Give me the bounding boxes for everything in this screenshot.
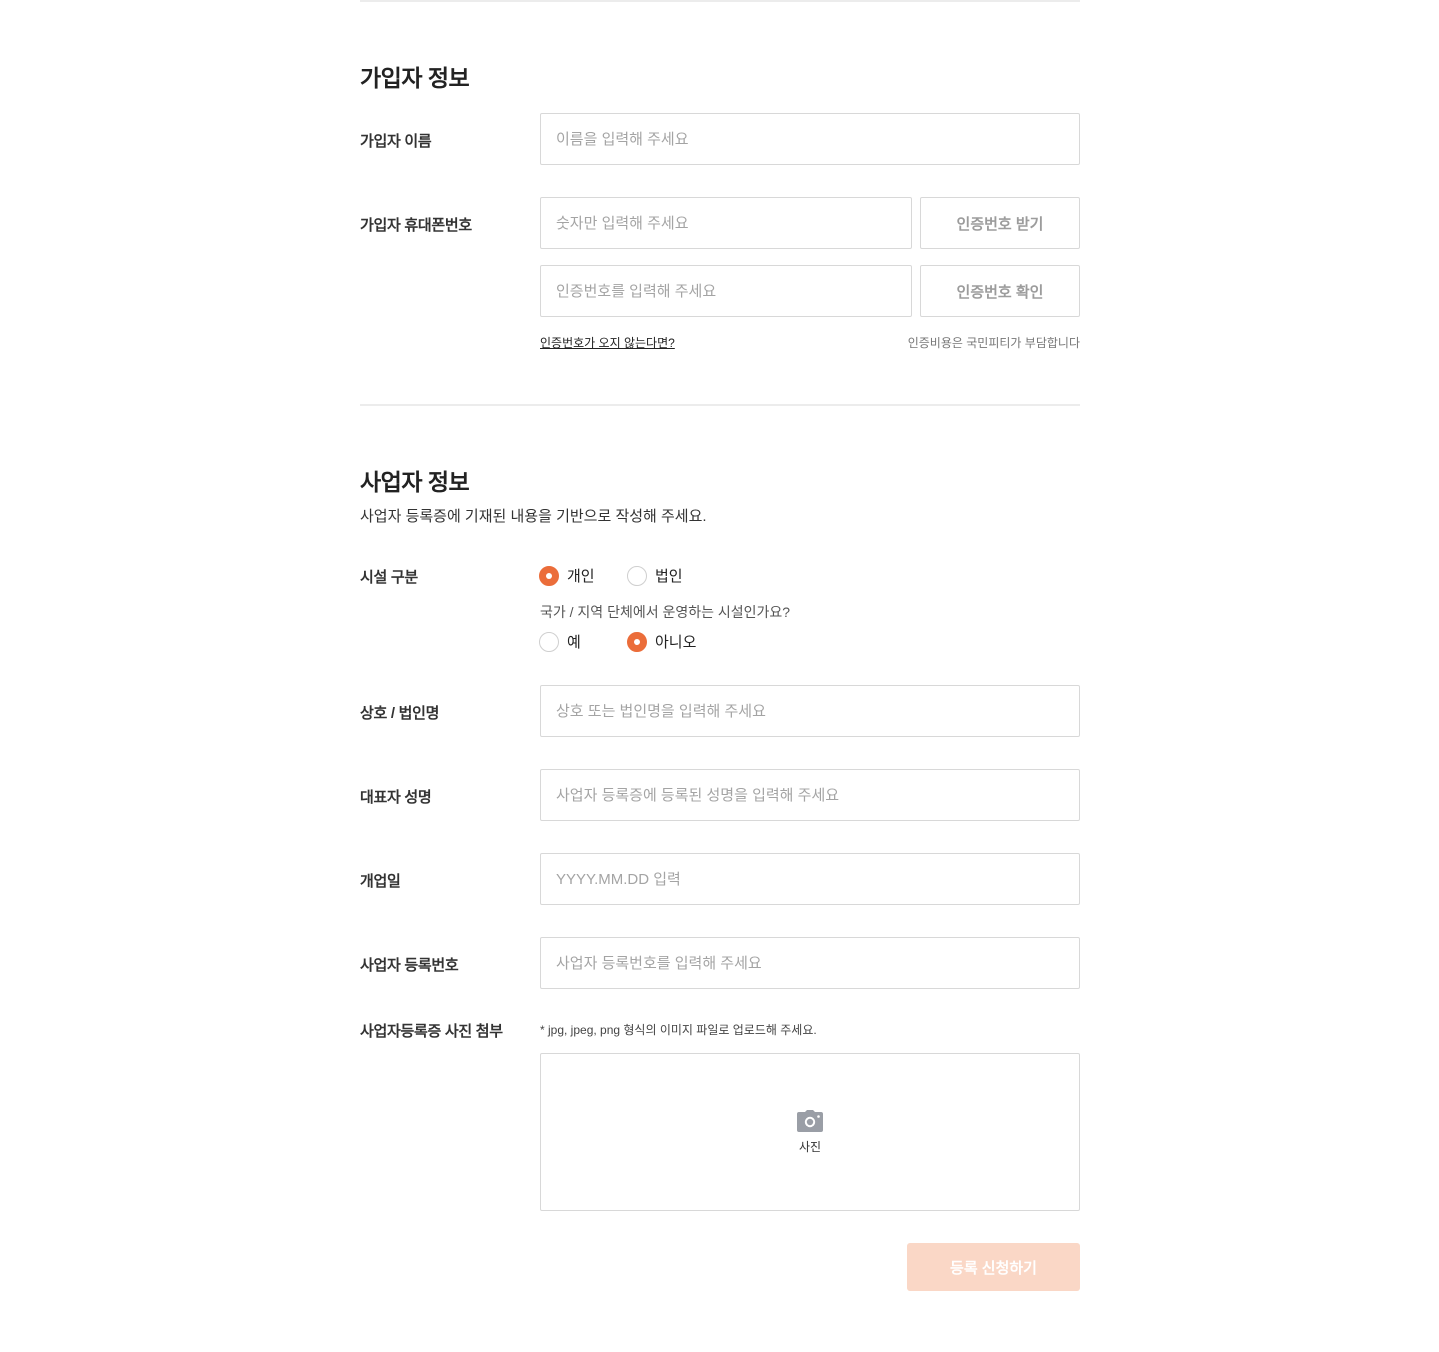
facility-type-radio-group: 개인 법인 [539, 565, 683, 586]
verify-code-button[interactable]: 인증번호 확인 [920, 265, 1080, 317]
member-section-title: 가입자 정보 [360, 65, 470, 91]
business-section-title: 사업자 정보 [360, 469, 470, 495]
verification-code-input[interactable] [540, 265, 912, 317]
signup-form-page: 가입자 정보 가입자 이름 가입자 휴대폰번호 인증번호 받기 인증번호 확인 … [0, 0, 1439, 1352]
photo-upload-area[interactable]: 사진 [540, 1053, 1080, 1211]
phone-input[interactable] [540, 197, 912, 249]
photo-upload-content: 사진 [541, 1110, 1079, 1155]
section-divider [360, 404, 1080, 406]
member-phone-label: 가입자 휴대폰번호 [360, 217, 472, 234]
public-option-yes[interactable]: 예 [539, 631, 627, 652]
registration-number-label: 사업자 등록번호 [360, 957, 459, 974]
no-code-help-link[interactable]: 인증번호가 오지 않는다면? [540, 334, 675, 351]
radio-label: 개인 [567, 568, 595, 585]
submit-registration-button[interactable]: 등록 신청하기 [907, 1243, 1080, 1291]
registration-number-input[interactable] [540, 937, 1080, 989]
business-section-description: 사업자 등록증에 기재된 내용을 기반으로 작성해 주세요. [360, 508, 707, 525]
verification-cost-note: 인증비용은 국민피티가 부담합니다 [907, 336, 1080, 350]
facility-option-individual[interactable]: 개인 [539, 565, 627, 586]
camera-icon [797, 1110, 823, 1132]
photo-format-hint: * jpg, jpeg, png 형식의 이미지 파일로 업로드해 주세요. [540, 1023, 817, 1037]
facility-type-label: 시설 구분 [360, 569, 418, 586]
open-date-label: 개업일 [360, 873, 401, 890]
company-name-input[interactable] [540, 685, 1080, 737]
member-name-label: 가입자 이름 [360, 133, 432, 150]
radio-unchecked-icon [539, 631, 559, 652]
top-divider [360, 0, 1080, 2]
send-code-button[interactable]: 인증번호 받기 [920, 197, 1080, 249]
registration-photo-label: 사업자등록증 사진 첨부 [360, 1023, 503, 1040]
open-date-input[interactable] [540, 853, 1080, 905]
photo-caption: 사진 [798, 1140, 822, 1154]
company-name-label: 상호 / 법인명 [360, 705, 440, 722]
ceo-name-label: 대표자 성명 [360, 789, 432, 806]
facility-option-corporation[interactable]: 법인 [627, 565, 683, 586]
public-facility-radio-group: 예 아니오 [539, 631, 696, 652]
member-name-input[interactable] [540, 113, 1080, 165]
radio-label: 예 [567, 634, 581, 651]
public-facility-question: 국가 / 지역 단체에서 운영하는 시설인가요? [540, 604, 791, 620]
radio-label: 법인 [655, 568, 683, 585]
radio-label: 아니오 [655, 634, 697, 651]
public-option-no[interactable]: 아니오 [627, 631, 696, 652]
ceo-name-input[interactable] [540, 769, 1080, 821]
radio-checked-icon [539, 565, 559, 586]
radio-checked-icon [627, 631, 647, 652]
radio-unchecked-icon [627, 565, 647, 586]
